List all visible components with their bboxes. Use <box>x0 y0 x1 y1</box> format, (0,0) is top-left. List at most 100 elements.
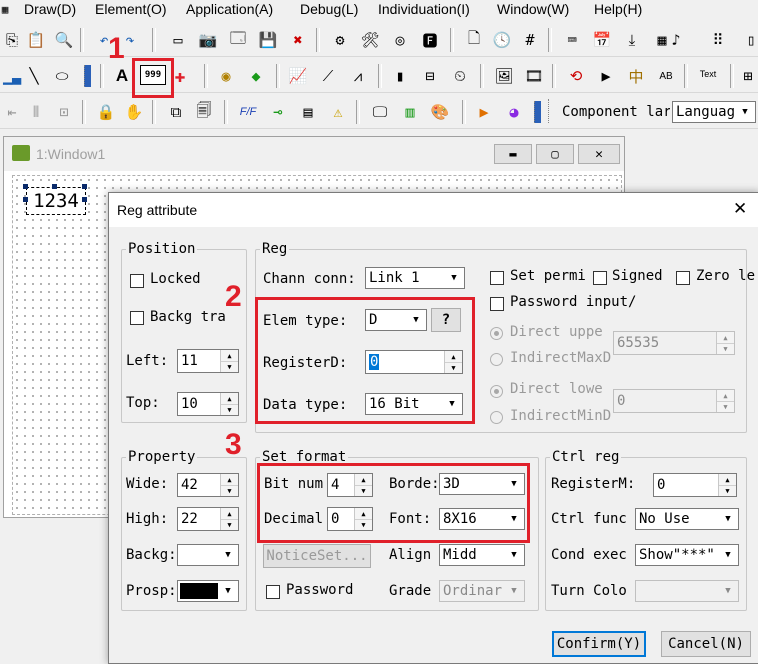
close-window-button[interactable]: ✕ <box>578 144 620 164</box>
align-icon[interactable]: ⇤ <box>0 101 24 123</box>
table-icon[interactable]: ⊞ <box>736 65 758 87</box>
warning-icon[interactable]: ⚠ <box>326 101 350 123</box>
bar-chart-icon[interactable]: ▁▃ <box>0 65 24 87</box>
chevron-down-icon[interactable]: ▼ <box>219 546 237 564</box>
spin-down-icon[interactable]: ▼ <box>719 485 736 496</box>
menu-debug[interactable]: Debug(L) <box>300 1 358 17</box>
paste-icon[interactable]: 📋 <box>24 29 48 51</box>
find-icon[interactable]: 🔍 <box>52 29 76 51</box>
lock-icon[interactable]: 🔒 <box>94 101 118 123</box>
toolbar-grip[interactable] <box>84 65 91 87</box>
clock-icon[interactable]: 🕓 <box>490 29 514 51</box>
high-spinner[interactable]: 22 ▲ ▼ <box>177 507 239 531</box>
chevron-down-icon[interactable]: ▼ <box>505 546 523 564</box>
more-icon[interactable]: ▯ <box>744 29 758 51</box>
control-function-select[interactable]: No Use ▼ <box>635 508 739 530</box>
window-icon[interactable]: 🗔 <box>226 29 250 51</box>
delete-icon[interactable]: ✖ <box>286 29 310 51</box>
layers-icon[interactable]: 🗐 <box>192 101 216 123</box>
hand-icon[interactable]: ✋ <box>122 101 146 123</box>
save-icon[interactable]: 💾 <box>256 29 280 51</box>
static-text-button[interactable]: Text <box>696 63 720 85</box>
spin-down-icon[interactable]: ▼ <box>221 404 238 415</box>
download-icon[interactable]: ⤓ <box>620 29 644 51</box>
spin-down-icon[interactable]: ▼ <box>717 401 734 412</box>
wide-spinner[interactable]: 42 ▲ ▼ <box>177 473 239 497</box>
monitor-icon[interactable]: 🖵 <box>368 101 392 123</box>
rectangle-select-icon[interactable]: ▭ <box>166 29 190 51</box>
resize-handle[interactable] <box>23 184 28 189</box>
chevron-down-icon[interactable]: ▼ <box>736 103 754 121</box>
gauge-icon[interactable]: ⏲ <box>448 65 472 87</box>
chevron-down-icon[interactable]: ▼ <box>445 269 463 287</box>
toolbar-grip[interactable] <box>534 101 541 123</box>
group-icon[interactable]: ⧉ <box>164 101 188 123</box>
line-icon[interactable]: ╲ <box>22 65 46 87</box>
spin-down-icon[interactable]: ▼ <box>221 361 238 372</box>
signed-checkbox[interactable] <box>593 271 607 285</box>
lamp-icon[interactable]: ◉ <box>214 65 238 87</box>
distribute-icon[interactable]: ⫴ <box>24 101 48 123</box>
histogram-icon[interactable]: ⩘ <box>346 65 370 87</box>
background-color-select[interactable]: ▼ <box>177 544 239 566</box>
close-icon[interactable]: ✕ <box>733 199 747 219</box>
resize-handle[interactable] <box>82 197 87 202</box>
left-spinner[interactable]: 11 ▲ ▼ <box>177 349 239 373</box>
calendar-icon[interactable]: 📅 <box>590 29 614 51</box>
target-icon[interactable]: ◎ <box>388 29 412 51</box>
play-icon[interactable]: ▶ <box>594 65 618 87</box>
menu-draw[interactable]: Draw(D) <box>24 1 76 17</box>
copy-icon[interactable]: ⎘ <box>0 29 24 51</box>
control-register-spinner[interactable]: 0 ▲ ▼ <box>653 473 737 497</box>
toolbar-overflow-icon[interactable]: ▦ <box>0 0 10 18</box>
minimize-button[interactable]: ▬ <box>494 144 532 164</box>
font-icon[interactable]: 🅵 <box>418 29 442 51</box>
compile-icon[interactable]: ⚙ <box>328 29 352 51</box>
max-value-spinner[interactable]: 65535 ▲ ▼ <box>613 331 735 355</box>
palette-wheel-icon[interactable]: ◕ <box>502 101 526 123</box>
menu-individuation[interactable]: Individuation(I) <box>378 1 470 17</box>
center-icon[interactable]: ⊡ <box>52 101 76 123</box>
chevron-down-icon[interactable]: ▼ <box>719 510 737 528</box>
indirect-min-radio[interactable] <box>490 411 503 424</box>
direct-lower-radio[interactable] <box>490 385 503 398</box>
music-icon[interactable]: ♪ <box>664 29 688 51</box>
zero-leading-checkbox[interactable] <box>676 271 690 285</box>
chevron-down-icon[interactable]: ▼ <box>505 582 523 600</box>
notice-set-button[interactable]: NoticeSet... <box>263 544 371 568</box>
resize-handle[interactable] <box>23 197 28 202</box>
align-select[interactable]: Midd ▼ <box>439 544 525 566</box>
spin-down-icon[interactable]: ▼ <box>221 519 238 530</box>
input-icon[interactable]: ⊸ <box>266 101 290 123</box>
color-icon[interactable]: 🎨 <box>428 101 452 123</box>
menu-application[interactable]: Application(A) <box>186 1 273 17</box>
confirm-button[interactable]: Confirm(Y) <box>552 631 646 657</box>
cancel-button[interactable]: Cancel(N) <box>661 631 751 657</box>
grade-select[interactable]: Ordinar ▼ <box>439 580 525 602</box>
background-transparent-checkbox[interactable] <box>130 311 144 325</box>
xy-chart-icon[interactable]: ⟋ <box>316 65 340 87</box>
shapes-icon[interactable]: ◆ <box>244 65 268 87</box>
resize-handle[interactable] <box>52 184 57 189</box>
foreground-color-select[interactable]: ▼ <box>177 580 239 602</box>
text-tool-icon[interactable]: A <box>110 65 134 87</box>
menu-window[interactable]: Window(W) <box>497 1 569 17</box>
menu-element[interactable]: Element(O) <box>95 1 167 17</box>
numeric-display-element[interactable]: 1234 <box>26 187 86 215</box>
spin-down-icon[interactable]: ▼ <box>221 485 238 496</box>
media-icon[interactable]: ▶ <box>472 101 496 123</box>
switch-icon[interactable]: ⟲ <box>564 65 588 87</box>
document-icon[interactable]: ▤ <box>296 101 320 123</box>
page-icon[interactable]: 🗋 <box>462 29 486 51</box>
chinese-text-icon[interactable]: 中 <box>624 65 648 87</box>
direct-upper-radio[interactable] <box>490 327 503 340</box>
menu-help[interactable]: Help(H) <box>594 1 642 17</box>
meter-icon[interactable]: ▮ <box>388 65 412 87</box>
locked-checkbox[interactable] <box>130 274 144 288</box>
picture-icon[interactable]: 🖼 <box>492 65 516 87</box>
trend-icon[interactable]: 📈 <box>286 65 310 87</box>
maximize-button[interactable]: ▢ <box>536 144 574 164</box>
animation-icon[interactable]: 🎞 <box>522 65 546 87</box>
channel-connection-select[interactable]: Link 1 ▼ <box>365 267 465 289</box>
top-spinner[interactable]: 10 ▲ ▼ <box>177 392 239 416</box>
